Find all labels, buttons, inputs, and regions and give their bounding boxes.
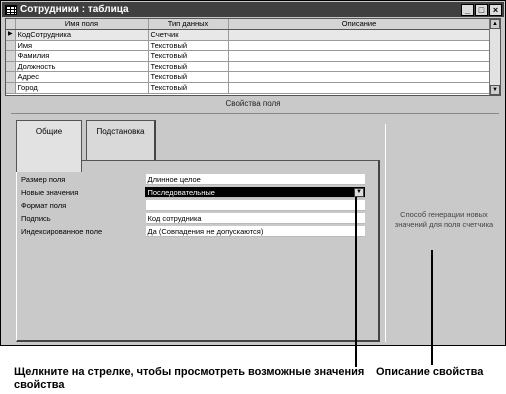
description-cell[interactable] (228, 50, 491, 62)
row-selector[interactable] (6, 61, 16, 73)
callout-line-description (431, 250, 433, 365)
field-name-cell[interactable]: Адрес (15, 71, 149, 84)
scroll-up-icon[interactable]: ▲ (490, 19, 500, 29)
minimize-button[interactable]: _ (461, 3, 474, 16)
description-cell[interactable] (228, 71, 491, 84)
maximize-button[interactable]: □ (475, 3, 488, 16)
description-area (385, 124, 499, 342)
window-title: Сотрудники : таблица (20, 4, 129, 15)
table-row[interactable]: Адрес Текстовый (6, 71, 491, 84)
data-type-cell[interactable]: Текстовый (148, 71, 229, 84)
property-label: Новые значения (21, 187, 79, 197)
column-header-description[interactable]: Описание (228, 19, 491, 31)
property-label: Подпись (21, 213, 51, 223)
row-selector[interactable] (6, 50, 16, 62)
property-label: Индексированное поле (21, 226, 103, 236)
data-type-cell[interactable]: Текстовый (148, 40, 229, 52)
property-row[interactable]: Формат поля (21, 199, 365, 211)
row-selector-header (6, 19, 16, 31)
data-type-cell[interactable]: Текстовый (148, 82, 229, 94)
data-type-cell[interactable]: Текстовый (148, 50, 229, 62)
row-selector[interactable] (6, 40, 16, 52)
field-properties-panel: Общие Подстановка Размер поля Длинное це… (11, 113, 499, 345)
title-bar[interactable]: Сотрудники : таблица _ □ × (2, 2, 504, 17)
row-pointer-icon[interactable]: ▶ (6, 29, 16, 41)
close-button[interactable]: × (489, 3, 502, 16)
field-grid: Имя поля Тип данных Описание ▶ КодСотруд… (5, 18, 501, 96)
callout-description: Описание свойства (376, 366, 484, 378)
description-cell[interactable] (228, 29, 491, 41)
table-row[interactable]: Должность Текстовый (6, 61, 491, 73)
column-header-field-name[interactable]: Имя поля (15, 19, 149, 31)
new-values-selected: Последовательные (147, 187, 215, 197)
tab-general[interactable]: Общие (16, 120, 82, 172)
property-label: Размер поля (21, 174, 66, 184)
data-type-cell[interactable]: Счетчик (148, 29, 229, 41)
callout-line-dropdown (355, 197, 357, 367)
row-selector[interactable] (6, 71, 16, 84)
table-row[interactable]: Город Текстовый (6, 82, 491, 94)
indexed-value[interactable]: Да (Совпадения не допускаются) (145, 225, 365, 237)
field-name-cell[interactable]: Имя (15, 40, 149, 52)
column-header-data-type[interactable]: Тип данных (148, 19, 229, 31)
data-type-cell[interactable]: Текстовый (148, 61, 229, 73)
scroll-down-icon[interactable]: ▼ (490, 85, 500, 95)
field-size-value[interactable]: Длинное целое (145, 173, 365, 185)
field-name-cell[interactable]: Город (15, 82, 149, 94)
table-row[interactable]: ▶ КодСотрудника Счетчик (6, 29, 491, 41)
caption-value[interactable]: Код сотрудника (145, 212, 365, 224)
vertical-scrollbar[interactable]: ▲ ▼ (489, 19, 500, 95)
row-selector[interactable] (6, 82, 16, 94)
property-row[interactable]: Подпись Код сотрудника (21, 212, 365, 224)
property-row[interactable]: Новые значения Последовательные ▼ (21, 186, 365, 198)
new-values-select[interactable]: Последовательные ▼ (145, 186, 365, 198)
chevron-down-icon[interactable]: ▼ (354, 187, 364, 197)
field-name-cell[interactable]: Фамилия (15, 50, 149, 62)
field-properties-label: Свойства поля (225, 99, 281, 108)
property-row[interactable]: Индексированное поле Да (Совпадения не д… (21, 225, 365, 237)
property-description: Способ генерации новых значений для поля… (394, 210, 494, 229)
description-cell[interactable] (228, 40, 491, 52)
field-name-cell[interactable]: КодСотрудника (15, 29, 149, 41)
callout-dropdown: Щелкните на стрелке, чтобы просмотреть в… (14, 366, 365, 391)
field-name-cell[interactable]: Должность (15, 61, 149, 73)
table-icon (5, 4, 17, 15)
property-row[interactable]: Размер поля Длинное целое (21, 173, 365, 185)
description-cell[interactable] (228, 82, 491, 94)
table-row[interactable]: Фамилия Текстовый (6, 50, 491, 62)
table-row[interactable]: Имя Текстовый (6, 40, 491, 52)
field-format-value[interactable] (145, 199, 365, 211)
general-tab-body: Размер поля Длинное целое Новые значения… (16, 160, 380, 342)
description-cell[interactable] (228, 61, 491, 73)
property-label: Формат поля (21, 200, 67, 210)
